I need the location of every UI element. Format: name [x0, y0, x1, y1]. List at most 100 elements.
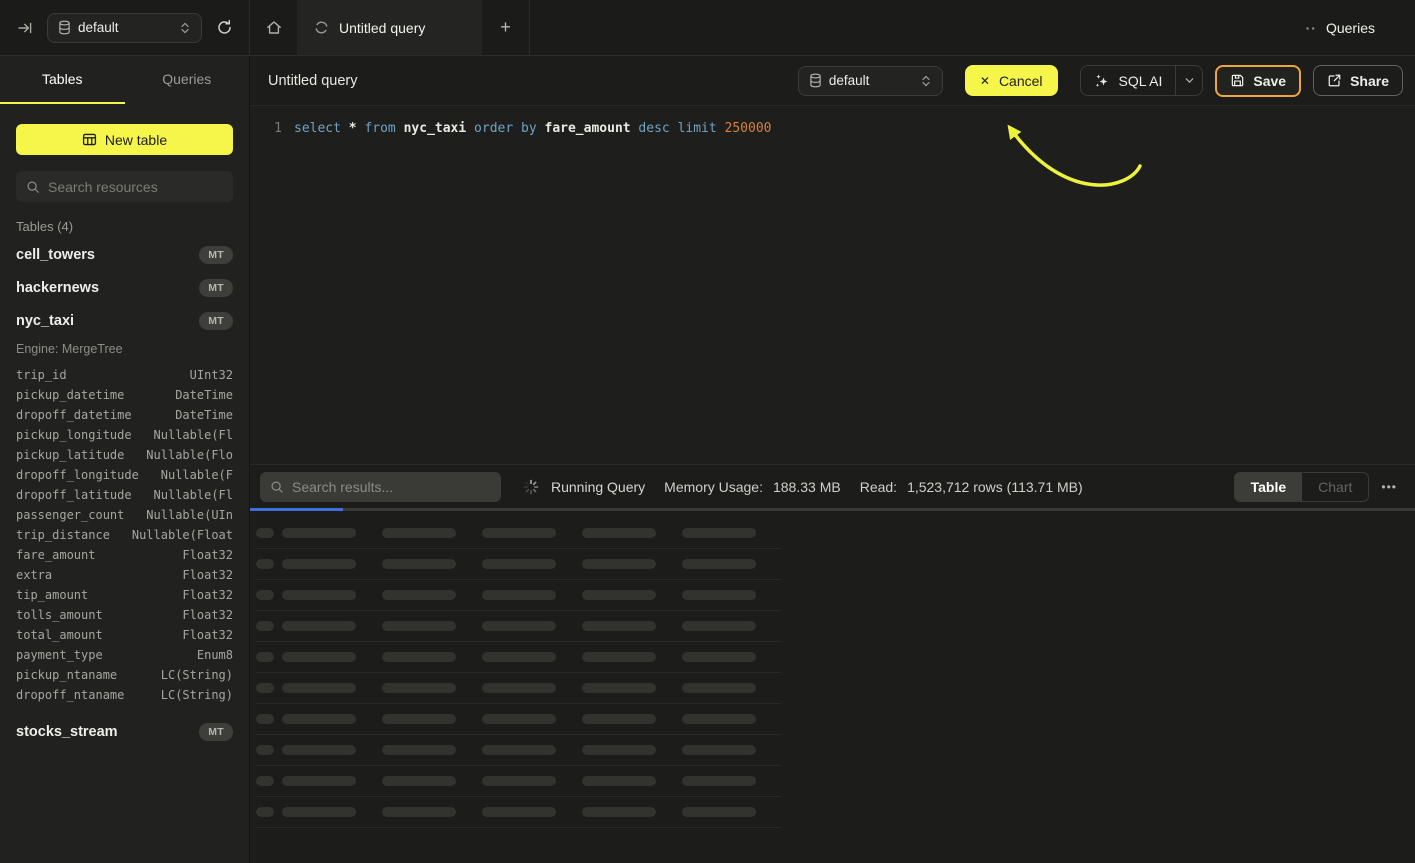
column-row: tip_amountFloat32: [16, 585, 233, 605]
engine-badge: MT: [199, 312, 233, 330]
column-name: dropoff_datetime: [16, 408, 132, 422]
column-name: pickup_ntaname: [16, 668, 117, 682]
new-tab-button[interactable]: +: [482, 0, 530, 55]
column-type: DateTime: [175, 388, 233, 402]
skeleton-cell: [382, 683, 456, 693]
query-database-selector[interactable]: default: [798, 66, 943, 96]
sql-statement: select * from nyc_taxi order by fare_amo…: [294, 119, 772, 139]
column-type: Nullable(UIn: [146, 508, 233, 522]
query-header: Untitled query default ✕ Cancel SQL AI: [250, 56, 1415, 106]
skeleton-cell: [282, 621, 356, 631]
sql-token: nyc_taxi: [404, 121, 474, 136]
table-row: [256, 797, 781, 828]
column-name: pickup_datetime: [16, 388, 124, 402]
table-row: [256, 518, 781, 549]
cancel-label: Cancel: [999, 73, 1043, 89]
column-row: total_amountFloat32: [16, 625, 233, 645]
table-item-stocks_stream[interactable]: stocks_streamMT: [16, 715, 233, 748]
skeleton-cell: [682, 528, 756, 538]
tab-strip: Untitled query + ·· Queries: [250, 0, 1415, 55]
sql-token: fare_amount: [545, 121, 639, 136]
sql-editor[interactable]: 1 select * from nyc_taxi order by fare_a…: [250, 106, 1415, 464]
engine-badge: MT: [199, 723, 233, 741]
sql-token: desc: [638, 121, 677, 136]
skeleton-cell: [382, 714, 456, 724]
table-row: [256, 735, 781, 766]
save-disk-icon: [1230, 73, 1245, 88]
view-toggle: TableChart: [1234, 472, 1370, 502]
skeleton-cell: [482, 807, 556, 817]
app-window: default Untitled query + ·· Queries: [0, 0, 1415, 863]
view-tab-chart[interactable]: Chart: [1302, 473, 1368, 501]
sidebar-tabs: TablesQueries: [0, 56, 249, 104]
database-selector[interactable]: default: [47, 13, 202, 43]
queries-menu-button[interactable]: ·· Queries: [1306, 0, 1415, 55]
sparkles-icon: [1094, 73, 1110, 89]
query-database-value: default: [829, 73, 870, 88]
sidebar-collapse-button[interactable]: [12, 15, 38, 41]
sql-token: order: [474, 121, 521, 136]
skeleton-cell: [682, 776, 756, 786]
engine-badge: MT: [199, 279, 233, 297]
results-search-input[interactable]: [292, 479, 491, 495]
table-name: nyc_taxi: [16, 313, 74, 329]
column-type: Float32: [182, 608, 233, 622]
skeleton-cell: [582, 590, 656, 600]
sidebar-tab-tables[interactable]: Tables: [0, 56, 125, 104]
column-row: extraFloat32: [16, 565, 233, 585]
column-type: Float32: [182, 628, 233, 642]
chevron-updown-icon: [179, 21, 191, 35]
skeleton-cell: [382, 776, 456, 786]
column-name: dropoff_ntaname: [16, 688, 124, 702]
queries-menu-label: Queries: [1326, 20, 1375, 36]
results-search: [260, 472, 501, 502]
body-row: TablesQueries New table Tables (4) cell_…: [0, 56, 1415, 863]
close-icon: ✕: [980, 74, 990, 88]
table-item-cell_towers[interactable]: cell_towersMT: [16, 238, 233, 271]
skeleton-cell: [482, 590, 556, 600]
save-button[interactable]: Save: [1215, 65, 1301, 97]
top-bar: default Untitled query + ·· Queries: [0, 0, 1415, 56]
skeleton-cell: [256, 714, 274, 724]
share-icon: [1327, 73, 1342, 88]
column-row: pickup_latitudeNullable(Flo: [16, 445, 233, 465]
tab-title: Untitled query: [339, 20, 425, 36]
database-icon: [809, 73, 822, 88]
cancel-query-button[interactable]: ✕ Cancel: [965, 65, 1058, 96]
line-number: 1: [260, 119, 282, 139]
more-options-button[interactable]: •••: [1381, 480, 1397, 494]
resource-search-input[interactable]: [48, 179, 223, 195]
sql-ai-dropdown-button[interactable]: [1175, 66, 1202, 95]
share-button[interactable]: Share: [1313, 65, 1403, 96]
read-label: Read:: [860, 479, 897, 495]
skeleton-cell: [282, 714, 356, 724]
column-type: UInt32: [190, 368, 233, 382]
column-row: dropoff_latitudeNullable(Fl: [16, 485, 233, 505]
home-tab-button[interactable]: [250, 0, 297, 55]
table-item-nyc_taxi[interactable]: nyc_taxi MT: [16, 304, 233, 337]
table-item-hackernews[interactable]: hackernewsMT: [16, 271, 233, 304]
skeleton-cell: [682, 559, 756, 569]
column-type: DateTime: [175, 408, 233, 422]
refresh-button[interactable]: [211, 15, 237, 41]
column-row: dropoff_datetime DateTime: [16, 405, 233, 425]
sidebar-tab-queries[interactable]: Queries: [125, 56, 250, 104]
column-type: Float32: [182, 548, 233, 562]
tab-untitled-query[interactable]: Untitled query: [297, 0, 482, 55]
sql-ai-button[interactable]: SQL AI: [1081, 66, 1176, 95]
column-row: dropoff_ntanameLC(String): [16, 685, 233, 705]
view-tab-table[interactable]: Table: [1235, 473, 1303, 501]
home-icon: [265, 19, 283, 37]
sql-token: 250000: [725, 121, 772, 136]
skeleton-cell: [256, 621, 274, 631]
skeleton-cell: [582, 652, 656, 662]
memory-usage-label: Memory Usage:: [664, 479, 763, 495]
sidebar: TablesQueries New table Tables (4) cell_…: [0, 56, 250, 863]
skeleton-cell: [482, 683, 556, 693]
skeleton-cell: [682, 652, 756, 662]
column-type: Float32: [182, 588, 233, 602]
sidebar-body: New table Tables (4) cell_towersMThacker…: [0, 104, 249, 863]
resource-search: [16, 171, 233, 202]
new-table-button[interactable]: New table: [16, 124, 233, 155]
table-engine-label: Engine: MergeTree: [16, 339, 233, 359]
